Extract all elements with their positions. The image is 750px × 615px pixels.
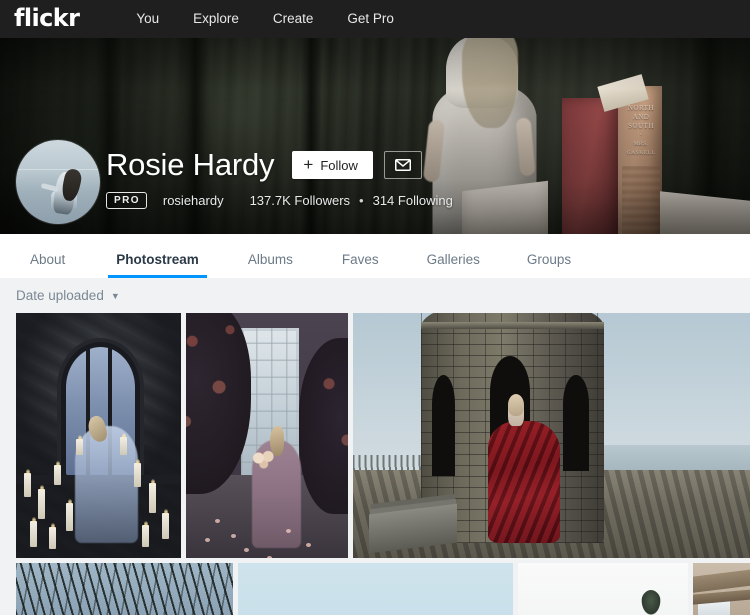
tab-photostream[interactable]: Photostream [108, 251, 207, 279]
photo-grid-row [16, 563, 750, 615]
photo1-candle [66, 499, 73, 531]
tab-galleries-label: Galleries [426, 251, 480, 267]
nav-links: You Explore Create Get Pro [119, 0, 411, 38]
photo-foggy-lone-tree[interactable] [518, 563, 688, 615]
page-title: Rosie Hardy [106, 147, 275, 182]
photo1-candle [30, 517, 37, 547]
profile-name-row: Rosie Hardy + Follow [106, 146, 422, 184]
photo3-tower-band [420, 322, 604, 330]
tab-albums-label: Albums [247, 251, 293, 267]
flickr-profile-page: flickr You Explore Create Get Pro Rosie … [0, 0, 750, 615]
photo-grid [16, 313, 750, 615]
meta-separator: • [359, 193, 364, 208]
nav-you[interactable]: You [119, 0, 176, 38]
sort-dropdown[interactable]: Date uploaded ▼ [16, 288, 120, 303]
photo3-gown-folds [488, 420, 560, 544]
followers-count[interactable]: 137.7K Followers [250, 193, 350, 208]
photo-autumn-blossom-gown[interactable] [186, 313, 348, 558]
photo2-bouquet [252, 450, 279, 471]
follow-button[interactable]: + Follow [292, 151, 373, 179]
profile-meta-row: PRO rosiehardy 137.7K Followers • 314 Fo… [106, 192, 453, 209]
photo1-candle [142, 521, 149, 547]
photo3-figure-hair [508, 393, 525, 416]
photo1-candle [76, 435, 83, 455]
photo1-candle [54, 461, 61, 485]
photo1-candle [162, 509, 169, 539]
photo-pale-blue-sky[interactable] [238, 563, 513, 615]
tab-about-label: About [30, 251, 66, 267]
tab-groups-label: Groups [526, 251, 572, 267]
photo5-branches [16, 563, 233, 615]
tab-faves-label: Faves [341, 251, 379, 267]
photo1-candle [38, 485, 45, 519]
tab-about[interactable]: About [30, 251, 66, 279]
photo8-beam [693, 568, 750, 593]
photo1-candle [134, 459, 141, 487]
flickr-logo[interactable]: flickr [14, 6, 80, 30]
profile-tab-bar: About Photostream Albums Faves Galleries… [0, 234, 750, 278]
photo3-tower-archway [431, 375, 456, 477]
photo-bare-branches[interactable] [16, 563, 233, 615]
photo2-blossom-tree-right [299, 337, 348, 514]
tab-photostream-label: Photostream [116, 251, 199, 267]
chevron-down-icon: ▼ [110, 291, 120, 301]
nav-create[interactable]: Create [256, 0, 331, 38]
photo7-lone-tree [640, 590, 661, 615]
photo1-candle [24, 469, 31, 497]
sort-row: Date uploaded ▼ [0, 278, 750, 313]
photo2-petal [231, 533, 237, 538]
message-button[interactable] [383, 151, 422, 179]
follow-button-label: Follow [320, 157, 358, 173]
pro-badge: PRO [106, 192, 147, 209]
nav-get-pro[interactable]: Get Pro [330, 0, 411, 38]
tab-faves[interactable]: Faves [341, 251, 379, 279]
photo1-candle [149, 479, 156, 513]
profile-username: rosiehardy [162, 193, 224, 208]
tab-albums[interactable]: Albums [247, 251, 293, 279]
photo-stone-tower-red-gown[interactable] [353, 313, 750, 558]
envelope-icon [394, 159, 411, 171]
photo1-candle [120, 433, 127, 455]
top-navigation-bar: flickr You Explore Create Get Pro [0, 0, 750, 38]
photo-grid-row [16, 313, 750, 558]
photo-gothic-window-candles[interactable] [16, 313, 181, 558]
photo2-petal [215, 518, 221, 523]
photo3-tower-archway [563, 375, 590, 472]
nav-explore[interactable]: Explore [176, 0, 256, 38]
photo2-petal [267, 555, 272, 558]
avatar-horizon [16, 168, 100, 171]
avatar[interactable] [16, 140, 100, 224]
photostream-content: Date uploaded ▼ [0, 278, 750, 615]
tab-groups[interactable]: Groups [526, 251, 572, 279]
photo-wooden-beams[interactable] [693, 563, 750, 615]
sort-dropdown-label: Date uploaded [16, 288, 104, 303]
tab-galleries[interactable]: Galleries [426, 251, 480, 279]
plus-icon: + [303, 155, 314, 174]
following-count[interactable]: 314 Following [373, 193, 453, 208]
photo1-candle [49, 523, 56, 549]
photo1-gown [75, 425, 139, 544]
photo3-red-gown [488, 420, 560, 544]
